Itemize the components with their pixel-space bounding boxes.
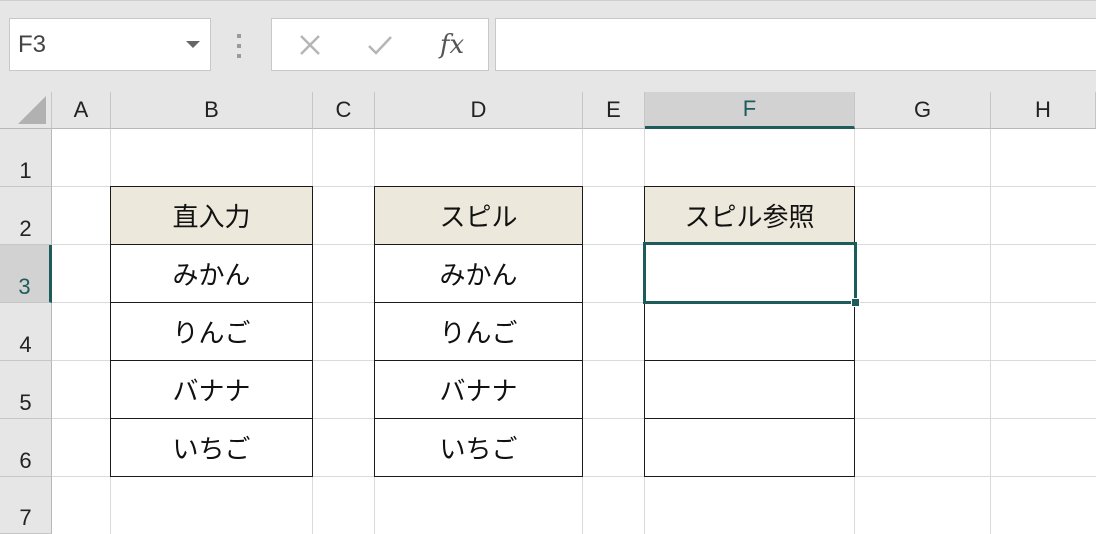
close-icon — [300, 34, 320, 55]
column-header-c[interactable]: C — [313, 92, 375, 129]
table-header-spill[interactable]: スピル — [374, 186, 583, 245]
fill-handle[interactable] — [851, 298, 860, 307]
formula-bar-area: F3 fx — [0, 0, 1096, 93]
column-header-b[interactable]: B — [111, 92, 313, 129]
table-cell[interactable]: バナナ — [374, 360, 583, 419]
chevron-down-icon[interactable] — [186, 41, 200, 48]
drag-handle-icon[interactable] — [236, 34, 242, 58]
table-cell[interactable]: りんご — [374, 302, 583, 361]
row-header-7[interactable]: 7 — [0, 477, 52, 534]
table-cell[interactable]: りんご — [110, 302, 313, 361]
row-header-2[interactable]: 2 — [0, 187, 52, 245]
cancel-button[interactable] — [280, 19, 340, 70]
row-header-3[interactable]: 3 — [0, 245, 52, 303]
column-header-h[interactable]: H — [991, 92, 1096, 129]
row-header-6[interactable]: 6 — [0, 419, 52, 477]
check-icon — [368, 35, 392, 55]
row-header-4[interactable]: 4 — [0, 303, 52, 361]
active-cell-selection — [643, 242, 857, 304]
name-box-value: F3 — [18, 31, 47, 58]
select-all-icon — [18, 96, 46, 124]
column-header-f[interactable]: F — [645, 92, 855, 129]
name-box[interactable]: F3 — [9, 18, 211, 71]
table-cell[interactable]: みかん — [110, 244, 313, 303]
table-cell[interactable] — [644, 302, 855, 361]
select-all-button[interactable] — [0, 92, 52, 129]
table-cell[interactable]: いちご — [110, 418, 313, 477]
table-header-spill-reference[interactable]: スピル参照 — [644, 186, 855, 245]
column-header-d[interactable]: D — [375, 92, 583, 129]
formula-buttons: fx — [271, 18, 489, 71]
column-header-g[interactable]: G — [855, 92, 991, 129]
row-header-1[interactable]: 1 — [0, 129, 52, 187]
table-cell[interactable]: みかん — [374, 244, 583, 303]
table-header-direct-input[interactable]: 直入力 — [110, 186, 313, 245]
table-cell[interactable]: バナナ — [110, 360, 313, 419]
column-header-a[interactable]: A — [52, 92, 111, 129]
table-cell[interactable] — [644, 418, 855, 477]
table-cell[interactable]: いちご — [374, 418, 583, 477]
column-header-e[interactable]: E — [583, 92, 645, 129]
formula-input[interactable] — [495, 18, 1096, 71]
row-header-5[interactable]: 5 — [0, 361, 52, 419]
fx-icon: fx — [439, 29, 465, 60]
table-cell[interactable] — [644, 360, 855, 419]
gridline — [990, 129, 991, 534]
enter-button[interactable] — [350, 19, 410, 70]
insert-function-button[interactable]: fx — [422, 19, 482, 70]
